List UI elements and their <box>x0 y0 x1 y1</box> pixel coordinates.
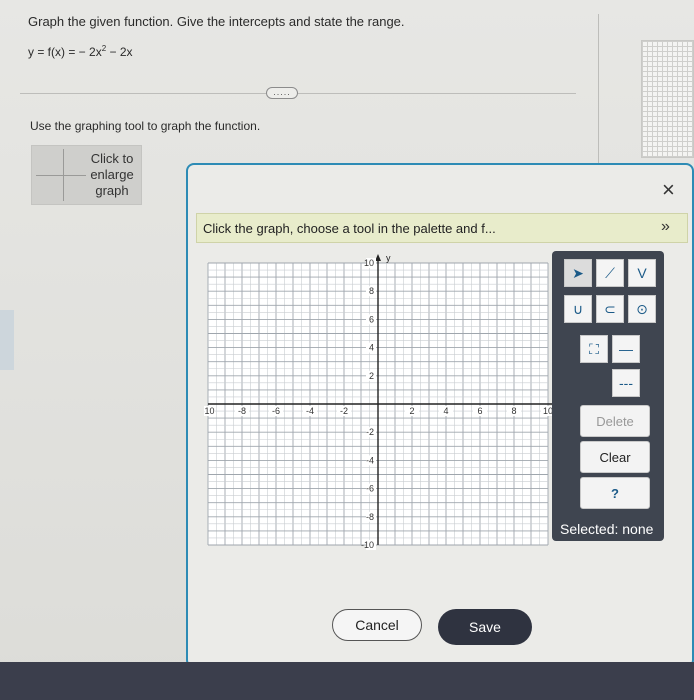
tool-palette: ➤ ⟋ V ∪ ⊂ ⊙ ⛶ — --- Delete Clear ? Selec… <box>552 251 664 541</box>
y-tick-label: 6 <box>369 314 374 324</box>
y-tick-label: -6 <box>366 484 374 494</box>
enlarge-graph-button[interactable]: Click to enlarge graph <box>31 145 142 205</box>
y-tick-label: -2 <box>366 427 374 437</box>
parabola-tool-icon[interactable]: ∪ <box>564 295 592 323</box>
equation-tail: − 2x <box>106 45 133 59</box>
instruction-text: Click the graph, choose a tool in the pa… <box>203 221 496 236</box>
y-tick-label: -10 <box>361 540 374 550</box>
pointer-tool-icon[interactable]: ➤ <box>564 259 592 287</box>
x-tick-label: -2 <box>340 406 348 416</box>
x-tick-label: -10 <box>204 406 215 416</box>
graph-instruction: Use the graphing tool to graph the funct… <box>30 119 261 133</box>
graphing-dialog: × Click the graph, choose a tool in the … <box>186 163 694 668</box>
clear-button[interactable]: Clear <box>580 441 650 473</box>
y-tick-label: 2 <box>369 371 374 381</box>
y-axis-label: y <box>386 253 391 263</box>
dashed-line-tool-icon[interactable]: --- <box>612 369 640 397</box>
x-tick-label: 8 <box>511 406 516 416</box>
coordinate-plane[interactable]: yx-10-8-6-4-2246810108642-2-4-6-8-10 <box>204 253 564 563</box>
x-tick-label: 2 <box>409 406 414 416</box>
absolute-value-tool-icon[interactable]: V <box>628 259 656 287</box>
delete-button[interactable]: Delete <box>580 405 650 437</box>
y-tick-label: -4 <box>366 455 374 465</box>
y-tick-label: 8 <box>369 286 374 296</box>
x-tick-label: -8 <box>238 406 246 416</box>
solid-line-tool-icon[interactable]: — <box>612 335 640 363</box>
close-icon[interactable]: × <box>662 179 675 201</box>
circle-tool-icon[interactable]: ⊙ <box>628 295 656 323</box>
x-tick-label: 4 <box>443 406 448 416</box>
selection-status: Selected: none <box>560 521 654 537</box>
help-button[interactable]: ? <box>580 477 650 509</box>
section-divider <box>20 93 576 94</box>
panel-divider <box>598 14 599 174</box>
taskbar-strip <box>0 662 694 700</box>
line-tool-icon[interactable]: ⟋ <box>596 259 624 287</box>
instruction-bar: Click the graph, choose a tool in the pa… <box>196 213 688 243</box>
expand-icon[interactable]: » <box>661 218 670 236</box>
save-button[interactable]: Save <box>438 609 532 645</box>
graph-thumbnail-icon <box>36 147 86 203</box>
x-tick-label: -4 <box>306 406 314 416</box>
equation-main: y = f(x) = − 2x <box>28 45 102 59</box>
question-prompt: Graph the given function. Give the inter… <box>28 14 405 29</box>
function-equation: y = f(x) = − 2x2 − 2x <box>28 44 133 59</box>
side-highlight <box>0 310 14 370</box>
cancel-button[interactable]: Cancel <box>332 609 422 641</box>
x-tick-label: -6 <box>272 406 280 416</box>
y-tick-label: -8 <box>366 512 374 522</box>
fill-tool-icon[interactable]: ⛶ <box>580 335 608 363</box>
curve-tool-icon[interactable]: ⊂ <box>596 295 624 323</box>
background-graph-thumbnail <box>641 40 694 158</box>
expand-more-button[interactable]: ..... <box>266 87 298 99</box>
y-tick-label: 4 <box>369 343 374 353</box>
enlarge-graph-label: Click to enlarge graph <box>90 151 134 198</box>
x-tick-label: 6 <box>477 406 482 416</box>
y-tick-label: 10 <box>364 258 374 268</box>
